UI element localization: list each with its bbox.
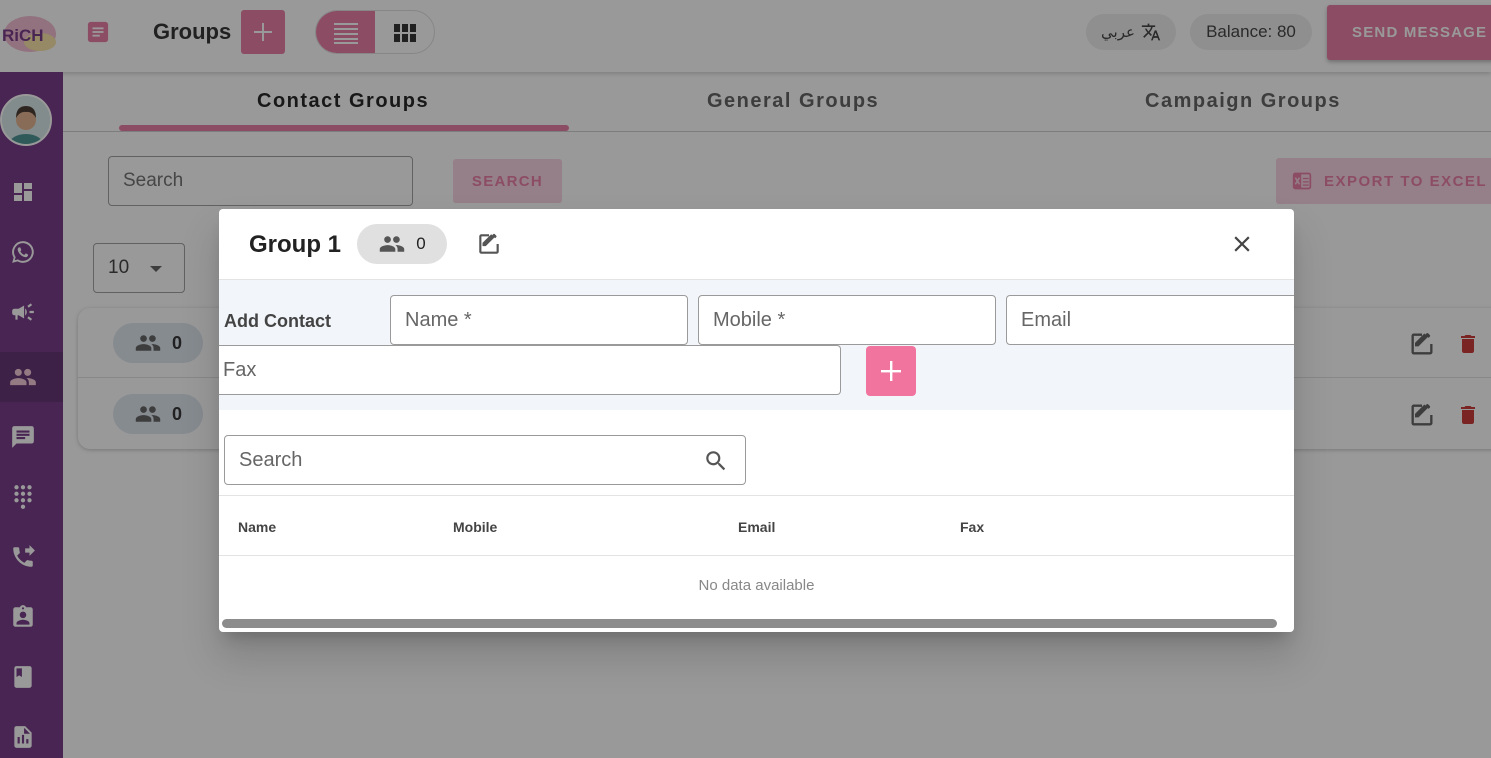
people-icon xyxy=(380,236,405,252)
name-field[interactable]: Name * xyxy=(390,295,688,345)
horizontal-scrollbar[interactable] xyxy=(222,619,1277,628)
contact-search-placeholder: Search xyxy=(239,449,303,471)
close-icon[interactable] xyxy=(1229,231,1255,257)
column-header-mobile[interactable]: Mobile xyxy=(453,519,497,535)
dialog-member-count: 0 xyxy=(357,224,447,264)
add-contact-label: Add Contact xyxy=(224,311,331,331)
dialog-title: Group 1 xyxy=(249,231,342,258)
contact-search-input[interactable]: Search xyxy=(224,435,746,485)
column-header-fax[interactable]: Fax xyxy=(960,519,984,535)
add-contact-button[interactable] xyxy=(866,346,916,396)
email-field[interactable]: Email xyxy=(1006,295,1294,345)
plus-icon xyxy=(881,361,901,381)
column-header-name[interactable]: Name xyxy=(238,519,276,535)
fax-field[interactable]: Fax xyxy=(219,345,841,395)
contacts-table-header: Name Mobile Email Fax xyxy=(219,495,1294,556)
empty-table-message: No data available xyxy=(698,577,815,594)
group-dialog: Group 1 0 Add Contact Name * Mobile * Em… xyxy=(219,209,1294,632)
mobile-field[interactable]: Mobile * xyxy=(698,295,996,345)
add-contact-section: Add Contact Name * Mobile * Email Fax xyxy=(219,279,1294,410)
dialog-count-value: 0 xyxy=(416,234,426,253)
column-header-email[interactable]: Email xyxy=(738,519,775,535)
search-icon[interactable] xyxy=(703,448,729,474)
edit-group-icon[interactable] xyxy=(476,231,502,257)
